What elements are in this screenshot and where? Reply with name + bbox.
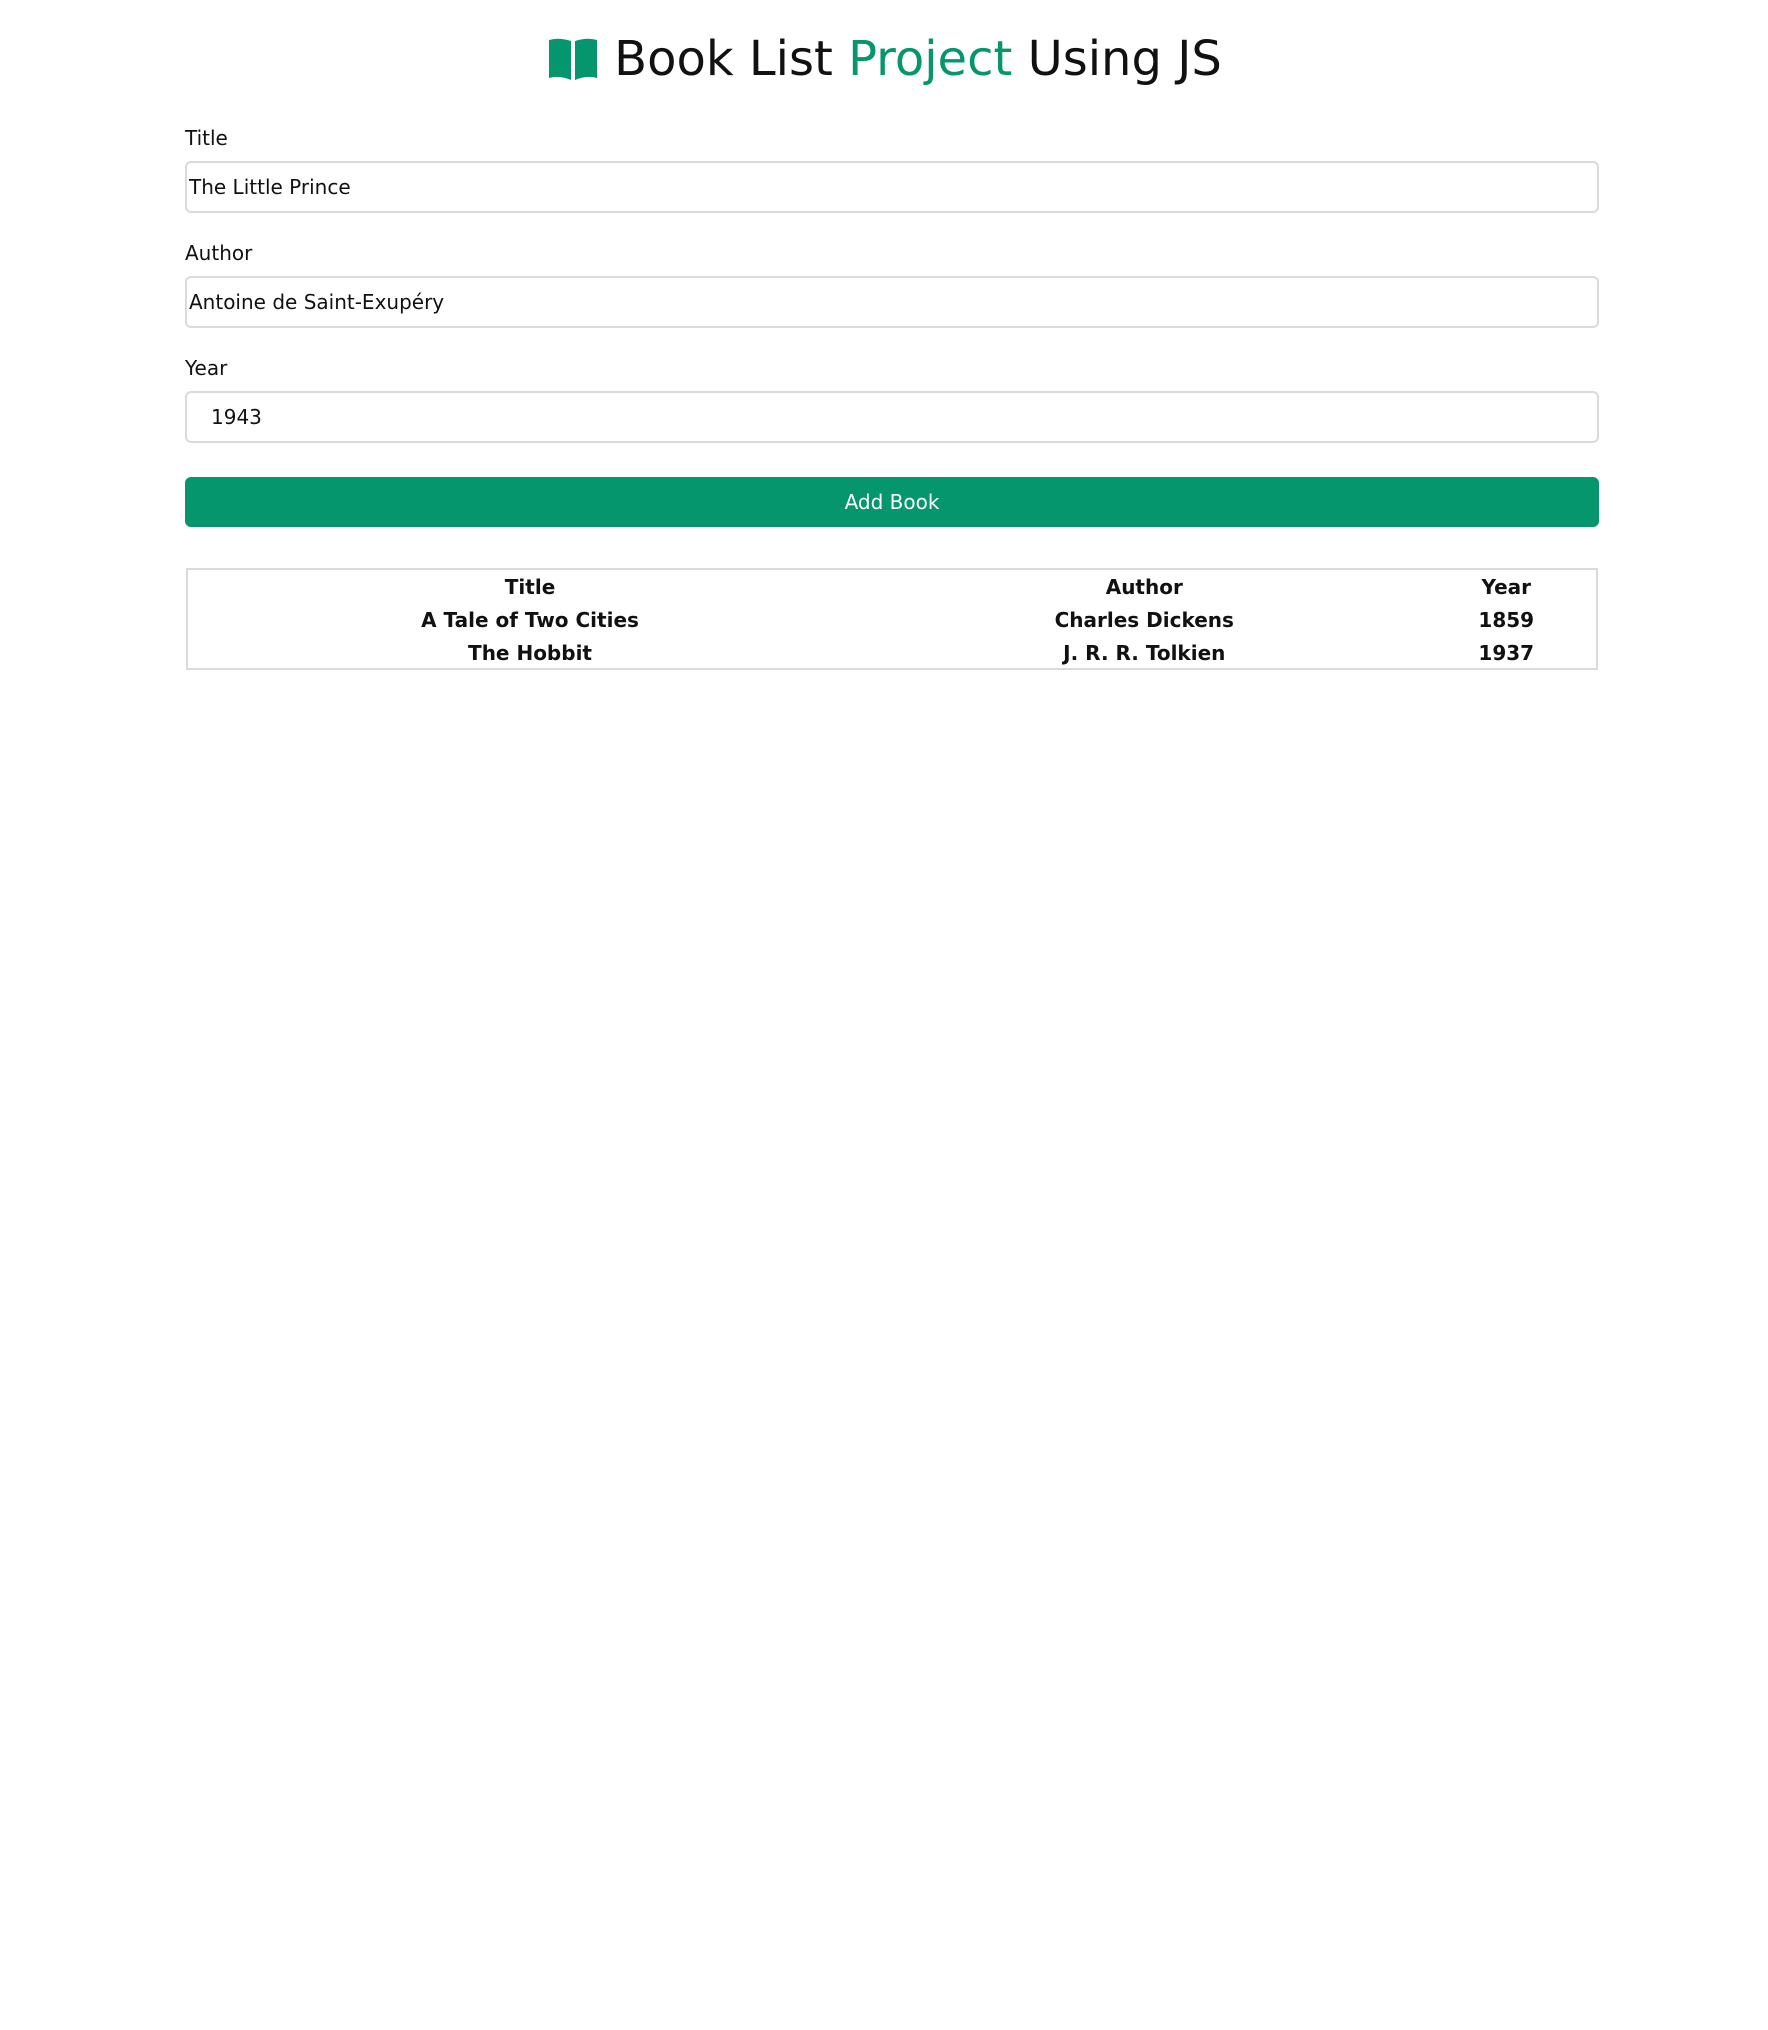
- title-input[interactable]: [185, 161, 1599, 213]
- cell-author: Charles Dickens: [1054, 607, 1234, 632]
- open-book-icon: [546, 35, 600, 83]
- title-label: Title: [185, 126, 228, 150]
- author-label: Author: [185, 241, 253, 265]
- table-head: Title Author Year: [188, 570, 1596, 603]
- cell-title: A Tale of Two Cities: [421, 607, 639, 632]
- page-header: Book List Project Using JS: [0, 26, 1768, 92]
- title-accent-project: Project: [848, 31, 1013, 87]
- book-table: Title Author Year A Tale of Two Cities C…: [188, 570, 1596, 669]
- cell-title: The Hobbit: [468, 640, 592, 665]
- column-header-author: Author: [1105, 574, 1183, 599]
- book-table-container: Title Author Year A Tale of Two Cities C…: [186, 568, 1598, 670]
- cell-author: J. R. R. Tolkien: [1063, 640, 1226, 665]
- cell-year: 1937: [1478, 640, 1535, 665]
- table-header-row: Title Author Year: [188, 570, 1596, 603]
- add-book-button[interactable]: Add Book: [185, 477, 1599, 527]
- table-body: A Tale of Two Cities Charles Dickens 185…: [188, 603, 1596, 669]
- column-header-title: Title: [504, 574, 556, 599]
- author-input[interactable]: [185, 276, 1599, 328]
- open-book-icon-graphic: [549, 38, 598, 80]
- cell-year: 1859: [1478, 607, 1535, 632]
- page-title: Book List Project Using JS: [614, 35, 1222, 83]
- table-row: A Tale of Two Cities Charles Dickens 185…: [188, 603, 1596, 636]
- title-part-using-js: Using JS: [1027, 31, 1222, 87]
- title-part-book-list: Book List: [614, 31, 833, 87]
- table-row: The Hobbit J. R. R. Tolkien 1937: [188, 636, 1596, 669]
- year-label: Year: [185, 356, 228, 380]
- column-header-year: Year: [1481, 574, 1532, 599]
- year-input[interactable]: [185, 391, 1599, 443]
